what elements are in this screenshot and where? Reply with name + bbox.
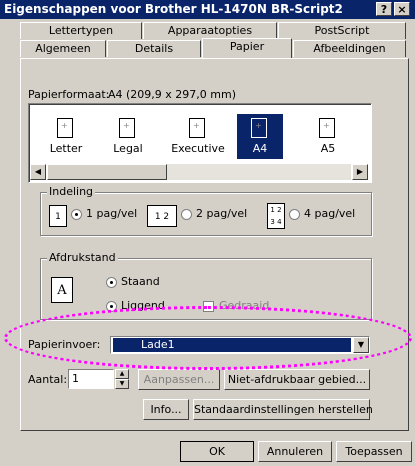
title-bar: Eigenschappen voor Brother HL-1470N BR-S… xyxy=(0,0,415,19)
spin-down-icon[interactable]: ▼ xyxy=(115,379,129,389)
apply-button[interactable]: Toepassen xyxy=(336,441,412,462)
tab-papier[interactable]: Papier xyxy=(202,38,292,58)
nonprintable-area-button[interactable]: Niet-afdrukbaar gebied... xyxy=(224,369,370,390)
four-page-icon: 1 2 3 4 xyxy=(267,203,285,229)
paper-executive[interactable]: Executive xyxy=(169,114,227,159)
layout-group: Indeling 1 1 pag/vel 1 2 2 pag/vel 1 2 3… xyxy=(40,185,372,236)
paper-legal[interactable]: Legal xyxy=(105,114,151,159)
paper-letter-icon xyxy=(57,118,73,138)
paper-source-value: Lade1 xyxy=(113,338,351,352)
tab-row-2: Algemeen Details Papier Afbeeldingen xyxy=(20,38,409,58)
printer-properties-dialog: Eigenschappen voor Brother HL-1470N BR-S… xyxy=(0,0,415,466)
copies-value: 1 xyxy=(72,372,79,385)
tab-details[interactable]: Details xyxy=(107,40,201,57)
paper-a4-icon xyxy=(251,118,267,138)
two-page-icon: 1 2 xyxy=(147,205,177,227)
scroll-right-icon[interactable]: ▶ xyxy=(352,164,368,180)
paper-legal-icon xyxy=(119,118,135,138)
copies-label: Aantal: xyxy=(28,373,68,386)
close-button[interactable]: × xyxy=(394,2,410,16)
tab-apparaatopties[interactable]: Apparaatopties xyxy=(143,22,277,39)
paper-a5-icon xyxy=(319,118,335,138)
paper-size-list[interactable]: Letter Legal Executive A4 A5 ◀ ▶ xyxy=(28,103,372,183)
paper-format-value: A4 (209,9 x 297,0 mm) xyxy=(108,88,237,101)
paper-format-label: Papierformaat: xyxy=(28,88,110,101)
paper-source-dropdown-icon[interactable]: ▼ xyxy=(353,337,369,353)
tab-algemeen[interactable]: Algemeen xyxy=(20,40,106,57)
window-title: Eigenschappen voor Brother HL-1470N BR-S… xyxy=(4,2,343,16)
tab-row-1: Lettertypen Apparaatopties PostScript xyxy=(20,22,409,39)
orientation-group-title: Afdrukstand xyxy=(47,251,118,264)
layout-4-label[interactable]: 4 pag/vel xyxy=(304,207,355,220)
layout-2-label[interactable]: 2 pag/vel xyxy=(196,207,247,220)
info-button[interactable]: Info... xyxy=(143,399,189,420)
landscape-radio[interactable] xyxy=(106,301,117,312)
scroll-left-icon[interactable]: ◀ xyxy=(30,164,46,180)
ok-button[interactable]: OK xyxy=(180,441,254,462)
orientation-group: Afdrukstand A Staand Liggend Gedraaid xyxy=(40,251,372,320)
tab-afbeeldingen[interactable]: Afbeeldingen xyxy=(293,40,406,57)
portrait-a-icon: A xyxy=(51,277,73,303)
paper-executive-icon xyxy=(189,118,205,138)
rotate-label[interactable]: Gedraaid xyxy=(219,299,269,312)
rotate-checkbox[interactable] xyxy=(203,301,214,312)
collate-button[interactable]: Aanpassen... xyxy=(138,369,220,390)
cancel-button[interactable]: Annuleren xyxy=(258,441,332,462)
help-button[interactable]: ? xyxy=(376,2,392,16)
paper-source-label: Papierinvoer: xyxy=(28,338,101,351)
paper-letter[interactable]: Letter xyxy=(43,114,89,159)
horizontal-scrollbar-thumb[interactable] xyxy=(47,164,167,180)
tab-lettertypen[interactable]: Lettertypen xyxy=(20,22,142,39)
layout-group-title: Indeling xyxy=(47,185,96,198)
tab-postscript[interactable]: PostScript xyxy=(278,22,406,39)
paper-a5[interactable]: A5 xyxy=(305,114,351,159)
landscape-label[interactable]: Liggend xyxy=(121,299,165,312)
layout-4-radio[interactable] xyxy=(289,209,300,220)
spin-up-icon[interactable]: ▲ xyxy=(115,369,129,379)
portrait-label[interactable]: Staand xyxy=(121,275,160,288)
copies-input[interactable]: 1 xyxy=(68,369,114,389)
restore-defaults-button[interactable]: Standaardinstellingen herstellen xyxy=(193,399,373,420)
paper-source-select[interactable]: Lade1 ▼ xyxy=(110,336,370,354)
paper-a4[interactable]: A4 xyxy=(237,114,283,159)
layout-1-radio[interactable] xyxy=(71,209,82,220)
layout-2-radio[interactable] xyxy=(181,209,192,220)
layout-1-label[interactable]: 1 pag/vel xyxy=(86,207,137,220)
one-page-icon: 1 xyxy=(49,205,67,227)
portrait-radio[interactable] xyxy=(106,277,117,288)
